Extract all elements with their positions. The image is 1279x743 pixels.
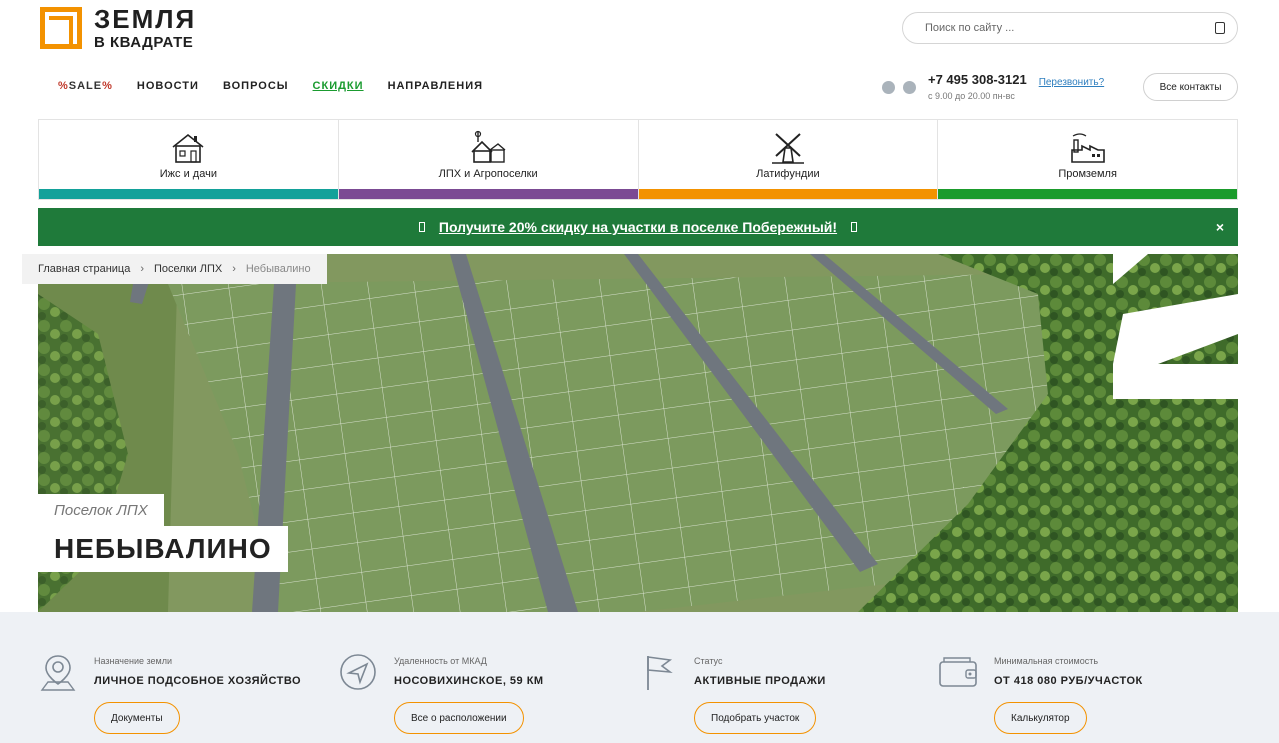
info-strip: Назначение земли ЛИЧНОЕ ПОДСОБНОЕ ХОЗЯЙС… xyxy=(0,612,1279,743)
hero-subtitle: Поселок ЛПХ xyxy=(38,494,164,526)
nav-item-discounts[interactable]: СКИДКИ xyxy=(313,80,364,92)
category-color-bar xyxy=(338,189,638,199)
info-item-purpose: Назначение земли ЛИЧНОЕ ПОДСОБНОЕ ХОЗЯЙС… xyxy=(38,612,318,743)
nav-item-questions[interactable]: ВОПРОСЫ xyxy=(223,80,289,92)
category-label: ЛПХ и Агропоселки xyxy=(438,168,538,180)
info-label: Минимальная стоимость xyxy=(994,656,1099,666)
category-label: Промземля xyxy=(1058,168,1117,180)
phone-number[interactable]: +7 495 308-3121 xyxy=(928,72,1027,87)
calculator-button[interactable]: Калькулятор xyxy=(994,702,1087,734)
category-label: Латифундии xyxy=(756,168,820,180)
search-input[interactable] xyxy=(925,22,1185,34)
select-plot-button[interactable]: Подобрать участок xyxy=(694,702,817,734)
info-item-distance: Удаленность от МКАД НОСОВИХИНСКОЕ, 59 КМ… xyxy=(338,612,618,743)
house-icon xyxy=(172,133,204,163)
category-label: Ижс и дачи xyxy=(159,168,217,180)
flag-icon xyxy=(647,656,673,690)
site-logo[interactable]: ЗЕМЛЯ В КВАДРАТЕ xyxy=(40,6,196,50)
sale-percent-right: % xyxy=(102,80,113,92)
location-info-button[interactable]: Все о расположении xyxy=(394,702,524,734)
all-contacts-button[interactable]: Все контакты xyxy=(1143,73,1238,101)
breadcrumb-separator: › xyxy=(232,263,236,275)
promo-banner: Получите 20% скидку на участки в поселке… xyxy=(38,208,1238,246)
contacts-block: +7 495 308-3121 с 9.00 до 20.00 пн-вс Пе… xyxy=(882,72,1104,101)
nav-item-news[interactable]: НОВОСТИ xyxy=(137,80,199,92)
working-hours: с 9.00 до 20.00 пн-вс xyxy=(928,91,1015,101)
breadcrumb-current: Небывалино xyxy=(245,263,311,275)
whatsapp-icon[interactable] xyxy=(903,81,916,94)
page-title: НЕБЫВАЛИНО xyxy=(38,526,288,572)
category-izhs[interactable]: Ижс и дачи xyxy=(39,120,339,199)
info-label: Удаленность от МКАД xyxy=(394,656,487,666)
farm-icon xyxy=(471,130,506,163)
nav-item-sale[interactable]: %SALE% xyxy=(58,80,113,92)
logo-line1: ЗЕМЛЯ xyxy=(94,4,197,34)
breadcrumb: Главная страница › Поселки ЛПХ › Небывал… xyxy=(22,254,327,284)
page: ЗЕМЛЯ В КВАДРАТЕ %SALE% НОВОСТИ ВОПРОСЫ … xyxy=(0,0,1279,743)
windmill-icon xyxy=(771,133,804,164)
info-item-price: Минимальная стоимость ОТ 418 080 РУБ/УЧА… xyxy=(938,612,1218,743)
breadcrumb-home[interactable]: Главная страница xyxy=(38,263,130,275)
info-value: ОТ 418 080 РУБ/УЧАСТОК xyxy=(994,675,1143,687)
phone-block: +7 495 308-3121 с 9.00 до 20.00 пн-вс xyxy=(928,72,1027,101)
nav-item-directions[interactable]: НАПРАВЛЕНИЯ xyxy=(388,80,483,92)
category-lph[interactable]: ЛПХ и Агропоселки xyxy=(338,120,639,199)
category-promzemlya[interactable]: Промземля xyxy=(938,120,1237,199)
promo-right-icon xyxy=(851,222,858,232)
location-pin-icon xyxy=(40,655,76,691)
info-value: НОСОВИХИНСКОЕ, 59 КМ xyxy=(394,675,544,687)
callback-link[interactable]: Перезвонить? xyxy=(1039,77,1104,88)
info-value: ЛИЧНОЕ ПОДСОБНОЕ ХОЗЯЙСТВО xyxy=(94,675,302,687)
category-color-bar xyxy=(39,189,338,199)
category-latifundii[interactable]: Латифундии xyxy=(638,120,939,199)
navigation-icon xyxy=(340,654,376,690)
category-tabs: Ижс и дачи ЛПХ и Агропоселки Латифундии … xyxy=(38,119,1238,200)
category-color-bar xyxy=(638,189,938,199)
info-label: Назначение земли xyxy=(94,656,173,666)
close-icon[interactable]: × xyxy=(1216,219,1224,235)
promo-link[interactable]: Получите 20% скидку на участки в поселке… xyxy=(439,219,837,235)
main-nav: %SALE% НОВОСТИ ВОПРОСЫ СКИДКИ НАПРАВЛЕНИ… xyxy=(58,80,483,92)
documents-button[interactable]: Документы xyxy=(94,702,180,734)
sale-percent-left: % xyxy=(58,80,69,92)
sale-label: SALE xyxy=(68,80,103,92)
telegram-icon[interactable] xyxy=(882,81,895,94)
category-color-bar xyxy=(938,189,1237,199)
factory-icon xyxy=(1070,133,1105,163)
logo-mark-icon xyxy=(40,7,82,49)
logo-line2: В КВАДРАТЕ xyxy=(94,34,194,51)
social-links xyxy=(882,81,916,94)
info-value: АКТИВНЫЕ ПРОДАЖИ xyxy=(694,675,826,687)
breadcrumb-separator: › xyxy=(140,263,145,275)
search-box[interactable] xyxy=(902,12,1238,44)
wallet-icon xyxy=(939,657,977,687)
promo-left-icon xyxy=(418,222,425,232)
info-item-status: Статус АКТИВНЫЕ ПРОДАЖИ Подобрать участо… xyxy=(638,612,918,743)
search-icon[interactable] xyxy=(1215,22,1225,34)
info-label: Статус xyxy=(694,656,723,666)
logo-text: ЗЕМЛЯ В КВАДРАТЕ xyxy=(94,6,196,50)
breadcrumb-section[interactable]: Поселки ЛПХ xyxy=(154,263,222,275)
